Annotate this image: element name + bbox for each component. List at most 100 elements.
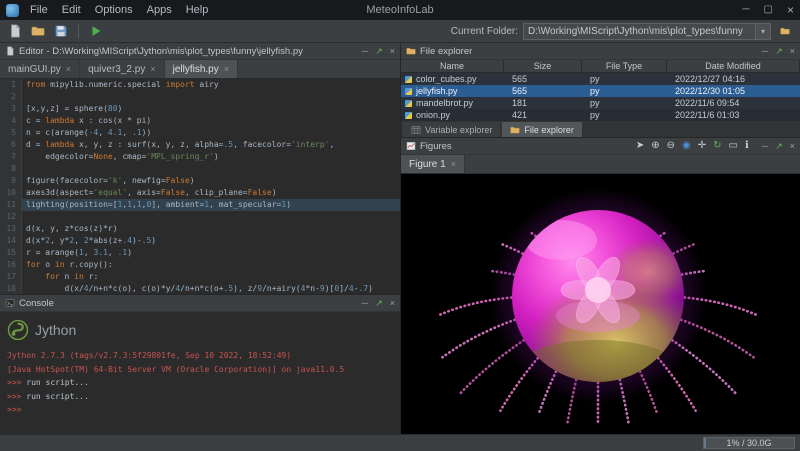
panel-float-icon[interactable]: ↗	[775, 141, 783, 152]
meteoinfolab-window: FileEditOptionsAppsHelp MeteoInfoLab ─ ▢…	[0, 0, 800, 451]
code-area[interactable]: 1from mipylib.numeric.special import air…	[0, 79, 400, 294]
code-line[interactable]: 9figure(facecolor='k', newfig=False)	[0, 175, 400, 187]
file-explorer-header: File explorer ─ ↗ ×	[401, 43, 800, 60]
select-tool-icon[interactable]: ➤	[636, 141, 644, 151]
panel-close-icon[interactable]: ×	[390, 298, 395, 308]
identify-tool-icon[interactable]: ℹ	[745, 141, 749, 151]
code-line[interactable]: 4c = lambda x : cos(x * pi)	[0, 115, 400, 127]
tab-figure-1[interactable]: Figure 1 ×	[401, 155, 465, 173]
minimize-icon[interactable]: ─	[742, 5, 749, 15]
figures-header: Figures ➤⊕⊖◉✛↻▭ℹ ─ ↗ ×	[401, 138, 800, 155]
file-row-onion.py[interactable]: onion.py421py2022/11/6 01:03	[401, 109, 800, 120]
panel-minimize-icon[interactable]: ─	[762, 141, 768, 151]
code-line[interactable]: 14d(x*2, y*2, 2*abs(z+.4)-.5)	[0, 235, 400, 247]
full-extent-tool-icon[interactable]: ▭	[729, 141, 738, 151]
open-file-button[interactable]	[29, 22, 47, 40]
left-column: Editor - D:\Working\MIScript\Jython\mis\…	[0, 43, 401, 434]
zoom-out-tool-icon[interactable]: ⊖	[667, 141, 675, 151]
maximize-icon[interactable]: ▢	[764, 5, 773, 15]
tab-close-icon[interactable]: ×	[451, 159, 456, 169]
figure-canvas[interactable]	[401, 174, 800, 434]
figure-tab-label: Figure 1	[409, 159, 446, 170]
globe-tool-icon[interactable]: ◉	[682, 141, 691, 151]
panel-close-icon[interactable]: ×	[390, 46, 395, 56]
panel-close-icon[interactable]: ×	[790, 141, 795, 151]
tab-close-icon[interactable]: ×	[66, 64, 71, 74]
pan-tool-icon[interactable]: ✛	[698, 141, 706, 151]
close-icon[interactable]: ×	[787, 5, 794, 15]
menu-options[interactable]: Options	[88, 4, 140, 16]
code-line[interactable]: 8	[0, 163, 400, 175]
editor-tab-quiver3_2.py[interactable]: quiver3_2.py×	[80, 60, 165, 78]
right-column: File explorer ─ ↗ × NameSizeFile TypeDat…	[401, 43, 800, 434]
console-line: [Java HotSpot(TM) 64-Bit Server VM (Orac…	[7, 363, 393, 377]
folder-icon	[510, 125, 520, 135]
console-body[interactable]: Jython Jython 2.7.3 (tags/v2.7.3:5f29801…	[0, 312, 400, 434]
zoom-in-tool-icon[interactable]: ⊕	[651, 141, 659, 151]
code-line[interactable]: 12	[0, 211, 400, 223]
python-file-icon	[405, 100, 412, 107]
menu-file[interactable]: File	[23, 4, 55, 16]
save-button[interactable]	[52, 22, 70, 40]
code-line[interactable]: 15r = arange(1, 3.1, .1)	[0, 247, 400, 259]
tab-close-icon[interactable]: ×	[150, 64, 155, 74]
figure-tabbar: Figure 1 ×	[401, 155, 800, 174]
code-line[interactable]: 2	[0, 91, 400, 103]
console-title: Console	[19, 298, 54, 309]
editor-tab-mainGUI.py[interactable]: mainGUI.py×	[0, 60, 80, 78]
memory-indicator[interactable]: 1% / 30.0G	[703, 437, 795, 449]
figures-icon	[406, 141, 416, 151]
tab-close-icon[interactable]: ×	[224, 64, 229, 74]
console-line: Jython 2.7.3 (tags/v2.7.3:5f29801fe, Sep…	[7, 349, 393, 363]
code-line[interactable]: 10axes3d(aspect='equal', axis=False, cli…	[0, 187, 400, 199]
column-header-file-type[interactable]: File Type	[582, 60, 667, 72]
code-line[interactable]: 18 d(x/4/n+n*c(o), c(o)*y/4/n+n*c(o+.5),…	[0, 283, 400, 294]
status-bar: 1% / 30.0G	[0, 434, 800, 451]
editor-tab-jellyfish.py[interactable]: jellyfish.py×	[165, 60, 238, 78]
code-line[interactable]: 17 for n in r:	[0, 271, 400, 283]
console-line: >>> run script...	[7, 390, 393, 404]
code-line[interactable]: 7 edgecolor=None, cmap='MPL_spring_r')	[0, 151, 400, 163]
panel-float-icon[interactable]: ↗	[375, 298, 383, 309]
menu-edit[interactable]: Edit	[55, 4, 88, 16]
console-line: >>>	[7, 403, 393, 417]
window-controls: ─ ▢ ×	[742, 5, 794, 15]
run-script-button[interactable]	[87, 22, 105, 40]
chevron-down-icon[interactable]: ▾	[755, 24, 770, 39]
menu-help[interactable]: Help	[179, 4, 216, 16]
file-explorer-title: File explorer	[420, 46, 472, 57]
file-explorer-panel: File explorer ─ ↗ × NameSizeFile TypeDat…	[401, 43, 800, 138]
panel-minimize-icon[interactable]: ─	[362, 46, 368, 56]
code-line[interactable]: 13d(x, y, z*cos(z)*r)	[0, 223, 400, 235]
toolbar-separator	[78, 24, 79, 38]
main-toolbar: Current Folder: D:\Working\MIScript\Jyth…	[0, 20, 800, 43]
console-header: Console ─ ↗ ×	[0, 295, 400, 312]
code-line[interactable]: 6d = lambda x, y, z : surf(x, y, z, alph…	[0, 139, 400, 151]
column-header-name[interactable]: Name	[401, 60, 504, 72]
tab-file-explorer[interactable]: File explorer	[502, 122, 582, 137]
code-line[interactable]: 1from mipylib.numeric.special import air…	[0, 79, 400, 91]
panel-minimize-icon[interactable]: ─	[362, 298, 368, 308]
python-file-icon	[405, 112, 412, 119]
panel-minimize-icon[interactable]: ─	[762, 46, 768, 56]
memory-text: 1% / 30.0G	[726, 438, 771, 448]
file-row-mandelbrot.py[interactable]: mandelbrot.py181py2022/11/6 09:54	[401, 97, 800, 109]
panel-float-icon[interactable]: ↗	[375, 46, 383, 57]
menu-apps[interactable]: Apps	[140, 4, 179, 16]
current-folder-combobox[interactable]: D:\Working\MIScript\Jython\mis\plot_type…	[523, 23, 771, 40]
column-header-date-modified[interactable]: Date Modified	[667, 60, 800, 72]
panel-close-icon[interactable]: ×	[790, 46, 795, 56]
rotate-tool-icon[interactable]: ↻	[713, 141, 721, 151]
console-lines: Jython 2.7.3 (tags/v2.7.3:5f29801fe, Sep…	[7, 349, 393, 417]
code-line[interactable]: 3[x,y,z] = sphere(80)	[0, 103, 400, 115]
file-row-color_cubes.py[interactable]: color_cubes.py565py2022/12/27 04:16	[401, 73, 800, 85]
tab-variable-explorer[interactable]: Variable explorer	[403, 122, 500, 137]
new-file-button[interactable]	[6, 22, 24, 40]
code-line[interactable]: 5n = c(arange(-4, 4.1, .1))	[0, 127, 400, 139]
code-line[interactable]: 16for o in r.copy():	[0, 259, 400, 271]
code-line[interactable]: 11lighting(position=[1,1,1,0], ambient=1…	[0, 199, 400, 211]
file-row-jellyfish.py[interactable]: jellyfish.py565py2022/12/30 01:05	[401, 85, 800, 97]
browse-folder-button[interactable]	[776, 22, 794, 40]
column-header-size[interactable]: Size	[504, 60, 582, 72]
panel-float-icon[interactable]: ↗	[775, 46, 783, 57]
